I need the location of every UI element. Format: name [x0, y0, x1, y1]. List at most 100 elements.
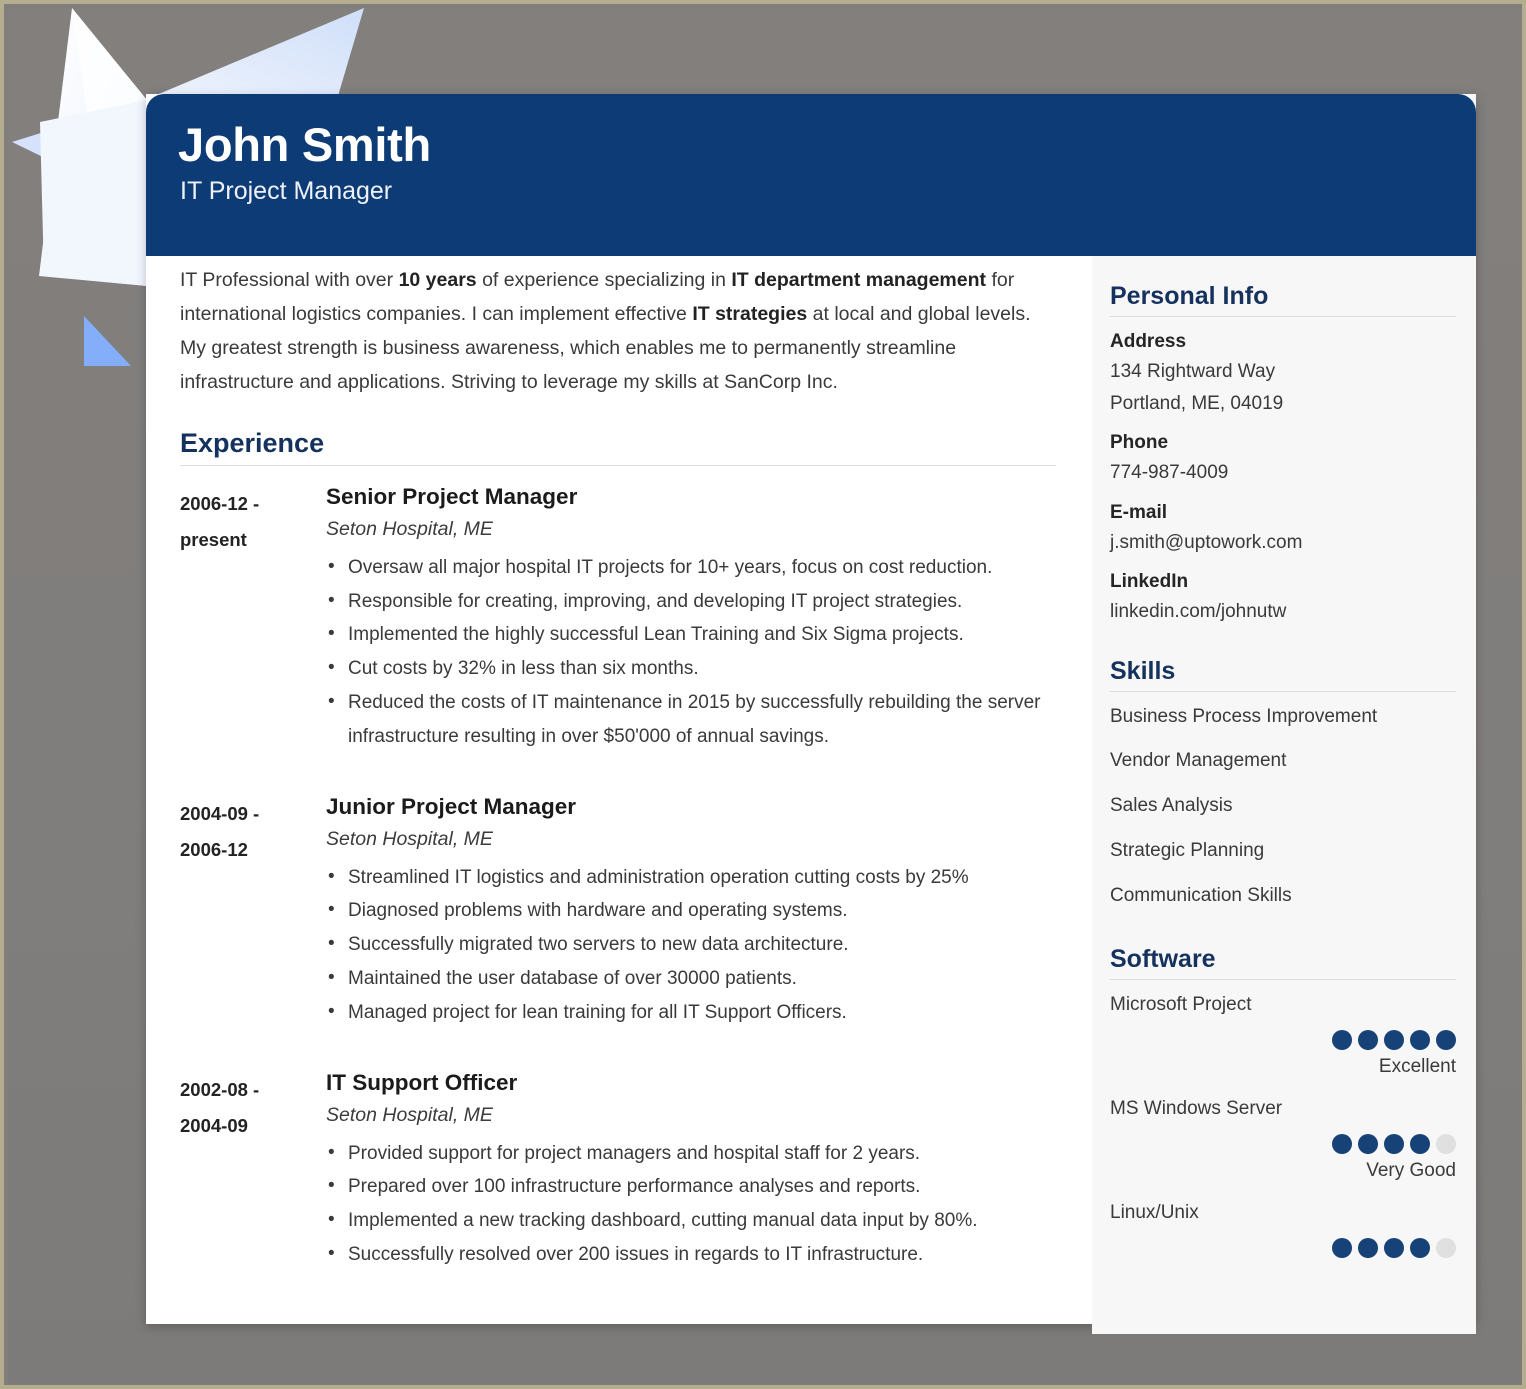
skill-item: Vendor Management: [1110, 750, 1287, 772]
experience-bullet: Maintained the user database of over 300…: [326, 961, 1056, 996]
summary-text: of experience specializing in: [476, 269, 732, 291]
experience-company: Seton Hospital, ME: [326, 517, 493, 540]
rating-dot-filled: [1332, 1134, 1352, 1155]
experience-job-list: 2006-12 - present Senior Project Manager Se…: [180, 484, 1056, 1272]
experience-entry: 2004-09 - 2006-12 Junior Project Manager Se…: [180, 794, 1056, 1030]
experience-body: IT Support Officer Seton Hospital, ME Prov…: [326, 1070, 1056, 1272]
experience-bullet: Successfully resolved over 200 issues in…: [326, 1237, 1056, 1272]
rating-dot-filled: [1384, 1238, 1404, 1259]
experience-bullet: Provided support for project managers an…: [326, 1136, 1056, 1171]
summary-text: IT Professional with over: [180, 269, 399, 291]
rating-dot-filled: [1332, 1030, 1352, 1051]
rating-dot-filled: [1384, 1030, 1404, 1051]
experience-body: Senior Project Manager Seton Hospital, ME…: [326, 484, 1056, 754]
experience-role: Junior Project Manager: [326, 793, 577, 819]
software-rating-dots: [1110, 1030, 1456, 1051]
experience-body: Junior Project Manager Seton Hospital, ME…: [326, 794, 1056, 1030]
phone-label: Phone: [1110, 432, 1169, 453]
experience-dates: 2002-08 - 2004-09: [180, 1070, 326, 1272]
experience-bullet: Streamlined IT logistics and administrat…: [326, 860, 1056, 895]
summary-emphasis: 10 years: [398, 269, 477, 291]
section-divider-experience: [180, 464, 1056, 466]
address-line-2: Portland, ME, 04019: [1110, 392, 1284, 414]
skills-list: Business Process Improvement Vendor Manag…: [1110, 706, 1456, 908]
rating-dot-filled: [1358, 1238, 1378, 1259]
summary-emphasis: IT department management: [731, 269, 987, 291]
candidate-job-title: IT Project Manager: [180, 177, 393, 206]
experience-bullet: Managed project for lean training for al…: [326, 995, 1056, 1030]
section-divider-personal-info: [1110, 316, 1456, 317]
resume-header-band: John Smith IT Project Manager: [146, 94, 1476, 256]
experience-date-end: 2004-09: [180, 1114, 248, 1136]
experience-date-start: 2006-12 -: [180, 492, 260, 514]
experience-bullet: Prepared over 100 infrastructure perform…: [326, 1169, 1056, 1204]
software-rating-dots: [1110, 1238, 1456, 1259]
experience-date-start: 2004-09 -: [180, 802, 260, 824]
software-name: Linux/Unix: [1110, 1202, 1199, 1224]
software-level-spacer: [1110, 1262, 1456, 1278]
rating-dot-filled: [1384, 1134, 1404, 1155]
experience-bullet: Diagnosed problems with hardware and ope…: [326, 893, 1056, 928]
resume-main-column: IT Professional with over 10 years of ex…: [146, 94, 1092, 1324]
summary-emphasis: IT strategies: [692, 302, 808, 325]
experience-bullet-list: Provided support for project managers an…: [326, 1136, 1056, 1272]
experience-bullet: Implemented a new tracking dashboard, cu…: [326, 1203, 1056, 1238]
skill-item: Sales Analysis: [1110, 795, 1233, 817]
page-frame: John Smith IT Project Manager IT Profess…: [0, 0, 1526, 1389]
experience-bullet: Implemented the highly successful Lean T…: [326, 617, 1056, 652]
software-level-label: Very Good: [1366, 1160, 1456, 1182]
rating-dot-empty: [1436, 1134, 1456, 1155]
skill-item: Strategic Planning: [1110, 839, 1265, 861]
experience-company: Seton Hospital, ME: [326, 1103, 493, 1126]
address-label: Address: [1110, 331, 1187, 352]
software-name: Microsoft Project: [1110, 994, 1252, 1016]
experience-bullet: Reduced the costs of IT maintenance in 2…: [326, 685, 1056, 754]
experience-company: Seton Hospital, ME: [326, 827, 493, 850]
software-name: MS Windows Server: [1110, 1098, 1283, 1120]
software-level-label: Excellent: [1378, 1056, 1456, 1078]
experience-bullet: Oversaw all major hospital IT projects f…: [326, 550, 1056, 585]
email-value[interactable]: j.smith@uptowork.com: [1110, 529, 1456, 558]
section-title-software: Software: [1110, 945, 1216, 974]
resume-card: John Smith IT Project Manager IT Profess…: [146, 94, 1476, 1334]
rating-dot-filled: [1436, 1030, 1456, 1051]
experience-date-start: 2002-08 -: [180, 1078, 260, 1100]
experience-bullet: Responsible for creating, improving, and…: [326, 584, 1056, 619]
section-divider-skills: [1110, 690, 1456, 692]
experience-bullet-list: Oversaw all major hospital IT projects f…: [326, 550, 1056, 754]
rating-dot-filled: [1410, 1030, 1430, 1051]
linkedin-label: LinkedIn: [1110, 571, 1189, 592]
address-line-1: 134 Rightward Way: [1110, 361, 1276, 382]
email-label: E-mail: [1110, 501, 1168, 523]
experience-dates: 2004-09 - 2006-12: [180, 794, 326, 1030]
rating-dot-filled: [1358, 1134, 1378, 1155]
rating-dot-filled: [1410, 1134, 1430, 1155]
linkedin-value[interactable]: linkedin.com/johnutw: [1110, 598, 1456, 627]
section-title-personal-info: Personal Info: [1110, 282, 1269, 310]
experience-bullet-list: Streamlined IT logistics and administrat…: [326, 860, 1056, 1030]
skill-item: Communication Skills: [1110, 884, 1292, 906]
section-title-skills: Skills: [1110, 656, 1176, 685]
experience-entry: 2002-08 - 2004-09 IT Support Officer Seton …: [180, 1070, 1056, 1272]
professional-summary: IT Professional with over 10 years of ex…: [180, 264, 1056, 400]
rating-dot-empty: [1436, 1238, 1456, 1259]
rating-dot-filled: [1410, 1238, 1430, 1259]
skill-item: Business Process Improvement: [1110, 705, 1378, 727]
software-rating-dots: [1110, 1134, 1456, 1155]
software-rating-list: Microsoft Project Excellent MS Windows Ser…: [1110, 994, 1456, 1278]
experience-date-end: present: [180, 528, 247, 550]
resume-sidebar: Personal Info Address 134 Rightward Way …: [1092, 94, 1476, 1334]
candidate-name: John Smith: [178, 118, 431, 171]
experience-role: Senior Project Manager: [326, 483, 578, 509]
phone-value: 774-987-4009: [1110, 462, 1229, 483]
experience-role: IT Support Officer: [326, 1069, 518, 1095]
experience-date-end: 2006-12: [180, 838, 248, 860]
rating-dot-filled: [1358, 1030, 1378, 1051]
experience-bullet: Successfully migrated two servers to new…: [326, 927, 1056, 962]
experience-entry: 2006-12 - present Senior Project Manager Se…: [180, 484, 1056, 754]
rating-dot-filled: [1332, 1238, 1352, 1259]
section-title-experience: Experience: [180, 427, 325, 458]
experience-bullet: Cut costs by 32% in less than six months…: [326, 651, 1056, 686]
section-divider-software: [1110, 979, 1456, 981]
experience-dates: 2006-12 - present: [180, 484, 326, 754]
